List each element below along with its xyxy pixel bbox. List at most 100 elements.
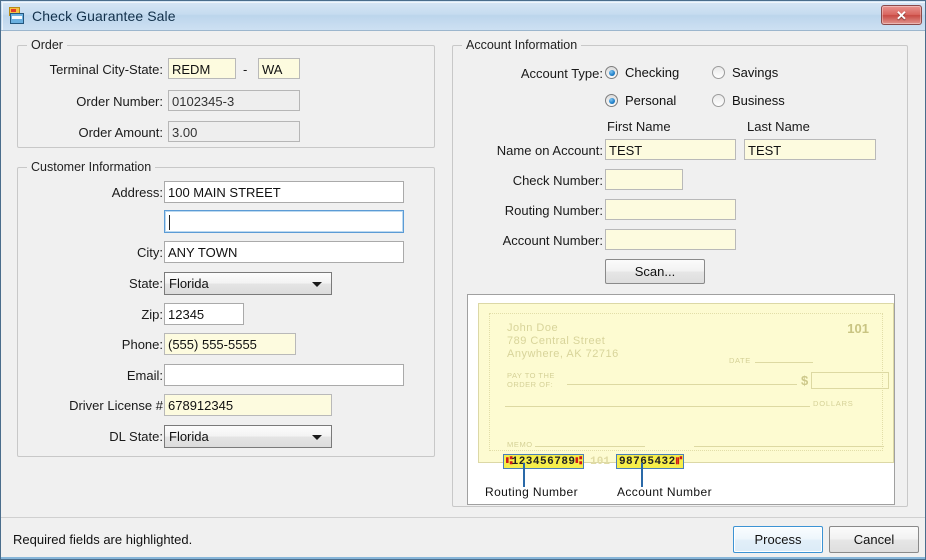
micr-routing-box: ⑆ 123456789 ⑆ — [503, 454, 585, 469]
routing-number-input[interactable] — [605, 199, 736, 220]
check-dollars-line — [505, 406, 810, 407]
order-group-legend: Order — [27, 38, 67, 52]
cancel-button[interactable]: Cancel — [829, 526, 919, 553]
city-state-separator: - — [243, 62, 248, 77]
radio-savings-label: Savings — [732, 65, 779, 80]
state-dropdown-value: Florida — [169, 276, 209, 291]
callout-account-label: Account Number — [617, 485, 712, 499]
check-amount-box — [811, 372, 889, 389]
scan-button[interactable]: Scan... — [605, 259, 705, 284]
process-button[interactable]: Process — [733, 526, 823, 553]
state-label: State: — [129, 276, 163, 291]
radio-personal[interactable]: Personal — [605, 93, 676, 108]
check-memo-line — [535, 446, 645, 447]
terminal-state-input[interactable]: WA — [258, 58, 300, 79]
check-payer-citystate: Anywhere, AK 72716 — [507, 348, 619, 360]
email-label: Email: — [126, 368, 163, 383]
process-button-label: Process — [754, 532, 802, 547]
close-button[interactable]: ✕ — [881, 5, 922, 25]
chevron-down-icon — [312, 434, 322, 440]
callout-line-account — [641, 463, 643, 487]
routing-number-label: Routing Number: — [504, 203, 603, 218]
dl-state-dropdown[interactable]: Florida — [164, 425, 332, 448]
city-label: City: — [137, 245, 163, 260]
dl-state-dropdown-value: Florida — [169, 429, 209, 444]
check-dollar-sign: $ — [801, 373, 809, 388]
micr-account-digits: 98765432 — [618, 455, 676, 468]
micr-account-box: 98765432 ⑈ — [615, 454, 685, 469]
radio-business-indicator — [712, 94, 725, 107]
dl-state-label: DL State: — [109, 429, 163, 444]
required-fields-note: Required fields are highlighted. — [13, 532, 193, 547]
check-guarantee-sale-window: Check Guarantee Sale ✕ Order Terminal Ci… — [0, 0, 926, 560]
radio-checking[interactable]: Checking — [605, 65, 679, 80]
phone-input[interactable]: (555) 555-5555 — [164, 333, 296, 355]
zip-label: Zip: — [141, 307, 163, 322]
city-input[interactable]: ANY TOWN — [164, 241, 404, 263]
first-name-header: First Name — [607, 119, 671, 134]
radio-personal-indicator — [605, 94, 618, 107]
radio-business-label: Business — [732, 93, 785, 108]
window-bottom-accent — [1, 557, 925, 559]
address-line2-input[interactable] — [164, 210, 404, 233]
order-amount-label: Order Amount: — [78, 125, 163, 140]
check-signature-line — [694, 446, 884, 447]
check-date-label: DATE — [729, 356, 751, 365]
address-label: Address: — [111, 185, 163, 200]
address-line1-input[interactable]: 100 MAIN STREET — [164, 181, 404, 203]
check-number-label: Check Number: — [512, 173, 603, 188]
cancel-button-label: Cancel — [853, 532, 895, 547]
radio-checking-indicator — [605, 66, 618, 79]
check-number-display: 101 — [847, 321, 869, 336]
check-payer-block: John Doe 789 Central Street Anywhere, AK… — [507, 322, 619, 361]
check-image: John Doe 789 Central Street Anywhere, AK… — [478, 303, 894, 469]
check-number-input[interactable] — [605, 169, 683, 190]
account-group-legend: Account Information — [462, 38, 582, 52]
check-card-icon — [8, 6, 26, 25]
zip-input[interactable]: 12345 — [164, 303, 244, 325]
order-amount-value: 3.00 — [168, 121, 300, 142]
check-memo-label: MEMO — [507, 440, 533, 449]
check-payto-line2: ORDER OF: — [507, 380, 554, 389]
account-number-input[interactable] — [605, 229, 736, 250]
window-title: Check Guarantee Sale — [32, 7, 176, 24]
micr-check-number: 101 — [590, 455, 610, 468]
footer-separator — [1, 517, 925, 518]
check-dollars-label: DOLLARS — [813, 399, 854, 408]
name-on-account-label: Name on Account: — [496, 143, 603, 158]
order-number-label: Order Number: — [76, 94, 163, 109]
radio-business[interactable]: Business — [712, 93, 785, 108]
state-dropdown[interactable]: Florida — [164, 272, 332, 295]
radio-checking-label: Checking — [625, 65, 680, 80]
text-caret — [169, 214, 170, 230]
check-payto-line — [567, 384, 797, 385]
check-payto-line1: PAY TO THE — [507, 371, 555, 380]
close-icon: ✕ — [896, 7, 907, 23]
terminal-city-input[interactable]: REDM — [168, 58, 236, 79]
chevron-down-icon — [312, 281, 322, 287]
driver-license-input[interactable]: 678912345 — [164, 394, 332, 416]
callout-routing-label: Routing Number — [485, 485, 578, 499]
order-number-value: 0102345-3 — [168, 90, 300, 111]
email-input[interactable] — [164, 364, 404, 386]
check-payer-name: John Doe — [507, 322, 559, 334]
last-name-input[interactable]: TEST — [744, 139, 876, 160]
driver-license-label: Driver License # — [69, 398, 163, 413]
first-name-input[interactable]: TEST — [605, 139, 736, 160]
check-payer-street: 789 Central Street — [507, 335, 606, 347]
radio-savings[interactable]: Savings — [712, 65, 778, 80]
scan-button-label: Scan... — [634, 264, 676, 279]
phone-label: Phone: — [121, 337, 163, 352]
micr-routing-symbol-right: ⑆ — [575, 455, 583, 468]
callout-line-routing — [523, 463, 525, 487]
customer-group-legend: Customer Information — [27, 160, 156, 174]
radio-savings-indicator — [712, 66, 725, 79]
radio-personal-label: Personal — [625, 93, 677, 108]
micr-line: ⑆ 123456789 ⑆ 101 98765432 ⑈ — [503, 454, 685, 469]
account-number-label: Account Number: — [502, 233, 603, 248]
terminal-city-state-label: Terminal City-State: — [49, 62, 163, 77]
micr-account-symbol: ⑈ — [675, 455, 683, 468]
check-preview-panel: John Doe 789 Central Street Anywhere, AK… — [467, 294, 895, 505]
last-name-header: Last Name — [747, 119, 810, 134]
check-payto-label: PAY TO THE ORDER OF: — [507, 371, 555, 389]
